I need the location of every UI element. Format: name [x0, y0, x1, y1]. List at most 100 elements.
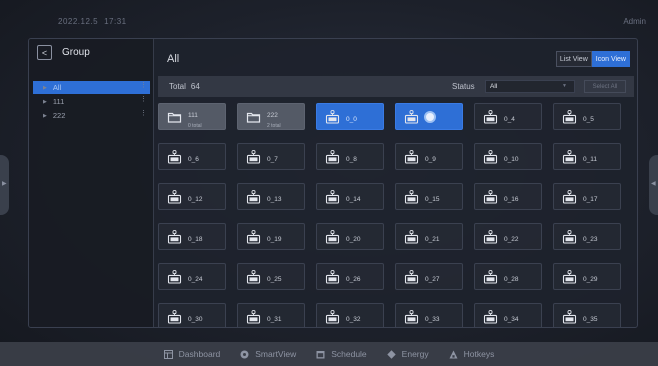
- device-tile[interactable]: 0_20: [316, 223, 384, 250]
- tree-item-label: 222: [52, 111, 66, 120]
- tree-item-all[interactable]: ▶ All ⋮: [33, 81, 150, 94]
- device-tile[interactable]: 0_9: [395, 143, 463, 170]
- device-icon: [325, 229, 340, 244]
- tile-text: 0_29: [583, 268, 597, 286]
- nav-item-smartview[interactable]: SmartView: [240, 349, 296, 359]
- nav-item-schedule[interactable]: Schedule: [316, 349, 367, 359]
- tree-item-111[interactable]: ▶ 111 ⋮: [33, 95, 150, 108]
- tree-item-label: All: [52, 83, 62, 92]
- more-icon[interactable]: ⋮: [140, 109, 147, 117]
- device-tile[interactable]: 0_17: [553, 183, 621, 210]
- device-tile[interactable]: 0_31: [237, 303, 305, 327]
- more-icon[interactable]: ⋮: [140, 81, 147, 89]
- back-button[interactable]: <: [37, 45, 52, 60]
- group-folder-tile[interactable]: 111 0 total: [158, 103, 226, 130]
- tile-name: 0_11: [583, 155, 597, 163]
- device-icon: [483, 309, 498, 324]
- device-tile[interactable]: 0_33: [395, 303, 463, 327]
- tile-text: 0_22: [504, 228, 518, 246]
- device-tile[interactable]: 0_26: [316, 263, 384, 290]
- caret-right-icon[interactable]: ▶: [43, 113, 47, 119]
- device-tile[interactable]: 0_4: [474, 103, 542, 130]
- nav-item-energy[interactable]: Energy: [386, 349, 429, 359]
- device-icon: [246, 149, 261, 164]
- device-tile[interactable]: 0_11: [553, 143, 621, 170]
- device-tile[interactable]: [395, 103, 463, 130]
- tree-item-222[interactable]: ▶ 222 ⋮: [33, 109, 150, 122]
- group-header: < Group: [37, 45, 90, 60]
- device-tile[interactable]: 0_35: [553, 303, 621, 327]
- group-folder-tile[interactable]: 222 2 total: [237, 103, 305, 130]
- hotkeys-icon: [449, 350, 458, 359]
- tile-name: 0_7: [267, 155, 278, 163]
- device-tile[interactable]: 0_30: [158, 303, 226, 327]
- tile-name: 0_27: [425, 275, 440, 283]
- device-tile[interactable]: 0_25: [237, 263, 305, 290]
- device-icon: [483, 149, 498, 164]
- device-tile[interactable]: 0_28: [474, 263, 542, 290]
- device-tile[interactable]: 0_7: [237, 143, 305, 170]
- top-bar: 2022.12.5 17:31 Admin: [0, 0, 658, 38]
- device-icon: [483, 229, 498, 244]
- chevron-left-icon: ◀: [651, 181, 656, 187]
- more-icon[interactable]: ⋮: [140, 95, 147, 103]
- tile-text: 0_35: [583, 308, 597, 326]
- device-tile[interactable]: 0_6: [158, 143, 226, 170]
- tile-name: 0_12: [188, 195, 203, 203]
- tile-name: 222: [267, 112, 278, 119]
- device-tile[interactable]: 0_22: [474, 223, 542, 250]
- tile-name: 0_4: [504, 115, 515, 123]
- device-tile[interactable]: 0_15: [395, 183, 463, 210]
- device-tile[interactable]: 0_5: [553, 103, 621, 130]
- nav-item-hotkeys[interactable]: Hotkeys: [449, 349, 495, 359]
- tile-text: 222 2 total: [267, 104, 281, 129]
- tile-name: 0_15: [425, 195, 440, 203]
- tile-name: 0_35: [583, 315, 598, 323]
- status-select[interactable]: All ▼: [485, 80, 575, 93]
- device-icon: [483, 109, 498, 124]
- device-tile[interactable]: 0_16: [474, 183, 542, 210]
- device-tile[interactable]: 0_8: [316, 143, 384, 170]
- device-tile[interactable]: 0_12: [158, 183, 226, 210]
- tile-name: 0_32: [346, 315, 361, 323]
- tile-name: 111: [188, 112, 198, 119]
- group-title: Group: [62, 47, 90, 58]
- nav-item-label: Hotkeys: [463, 349, 495, 359]
- device-tile[interactable]: 0_23: [553, 223, 621, 250]
- tile-text: 0_6: [188, 148, 199, 166]
- list-view-button[interactable]: List View: [555, 51, 592, 67]
- device-tile[interactable]: 0_29: [553, 263, 621, 290]
- device-tile[interactable]: 0_10: [474, 143, 542, 170]
- device-tile[interactable]: 0_19: [237, 223, 305, 250]
- left-drawer-handle[interactable]: ▶: [0, 155, 9, 215]
- device-tile[interactable]: 0_21: [395, 223, 463, 250]
- caret-right-icon[interactable]: ▶: [43, 99, 47, 105]
- folder-icon: [246, 110, 261, 124]
- tile-text: 0_17: [583, 188, 597, 206]
- tile-name: 0_16: [504, 195, 519, 203]
- user-name[interactable]: Admin: [623, 17, 646, 26]
- chevron-right-icon: ▶: [2, 181, 7, 187]
- nav-item-label: Schedule: [331, 349, 367, 359]
- device-tile[interactable]: 0_32: [316, 303, 384, 327]
- device-tile[interactable]: 0_27: [395, 263, 463, 290]
- device-grid: 111 0 total 222 2 total 0_0 0_4 0_5 0_6 0_7 0_8 0_…: [158, 103, 634, 327]
- device-tile[interactable]: 0_24: [158, 263, 226, 290]
- device-tile[interactable]: 0_34: [474, 303, 542, 327]
- date-time: 2022.12.5 17:31: [58, 17, 127, 26]
- right-drawer-handle[interactable]: ◀: [649, 155, 658, 215]
- icon-view-button[interactable]: Icon View: [591, 51, 630, 67]
- device-icon: [325, 269, 340, 284]
- schedule-icon: [316, 350, 325, 359]
- device-icon: [404, 149, 419, 164]
- device-tile[interactable]: 0_14: [316, 183, 384, 210]
- select-all-button[interactable]: Select All: [584, 80, 626, 93]
- date-text: 2022.12.5: [58, 17, 99, 26]
- device-tile[interactable]: 0_13: [237, 183, 305, 210]
- tile-name: 0_20: [346, 235, 361, 243]
- device-icon: [404, 309, 419, 324]
- device-tile[interactable]: 0_18: [158, 223, 226, 250]
- tile-text: 111 0 total: [188, 104, 202, 129]
- nav-item-dashboard[interactable]: Dashboard: [163, 349, 220, 359]
- device-tile[interactable]: 0_0: [316, 103, 384, 130]
